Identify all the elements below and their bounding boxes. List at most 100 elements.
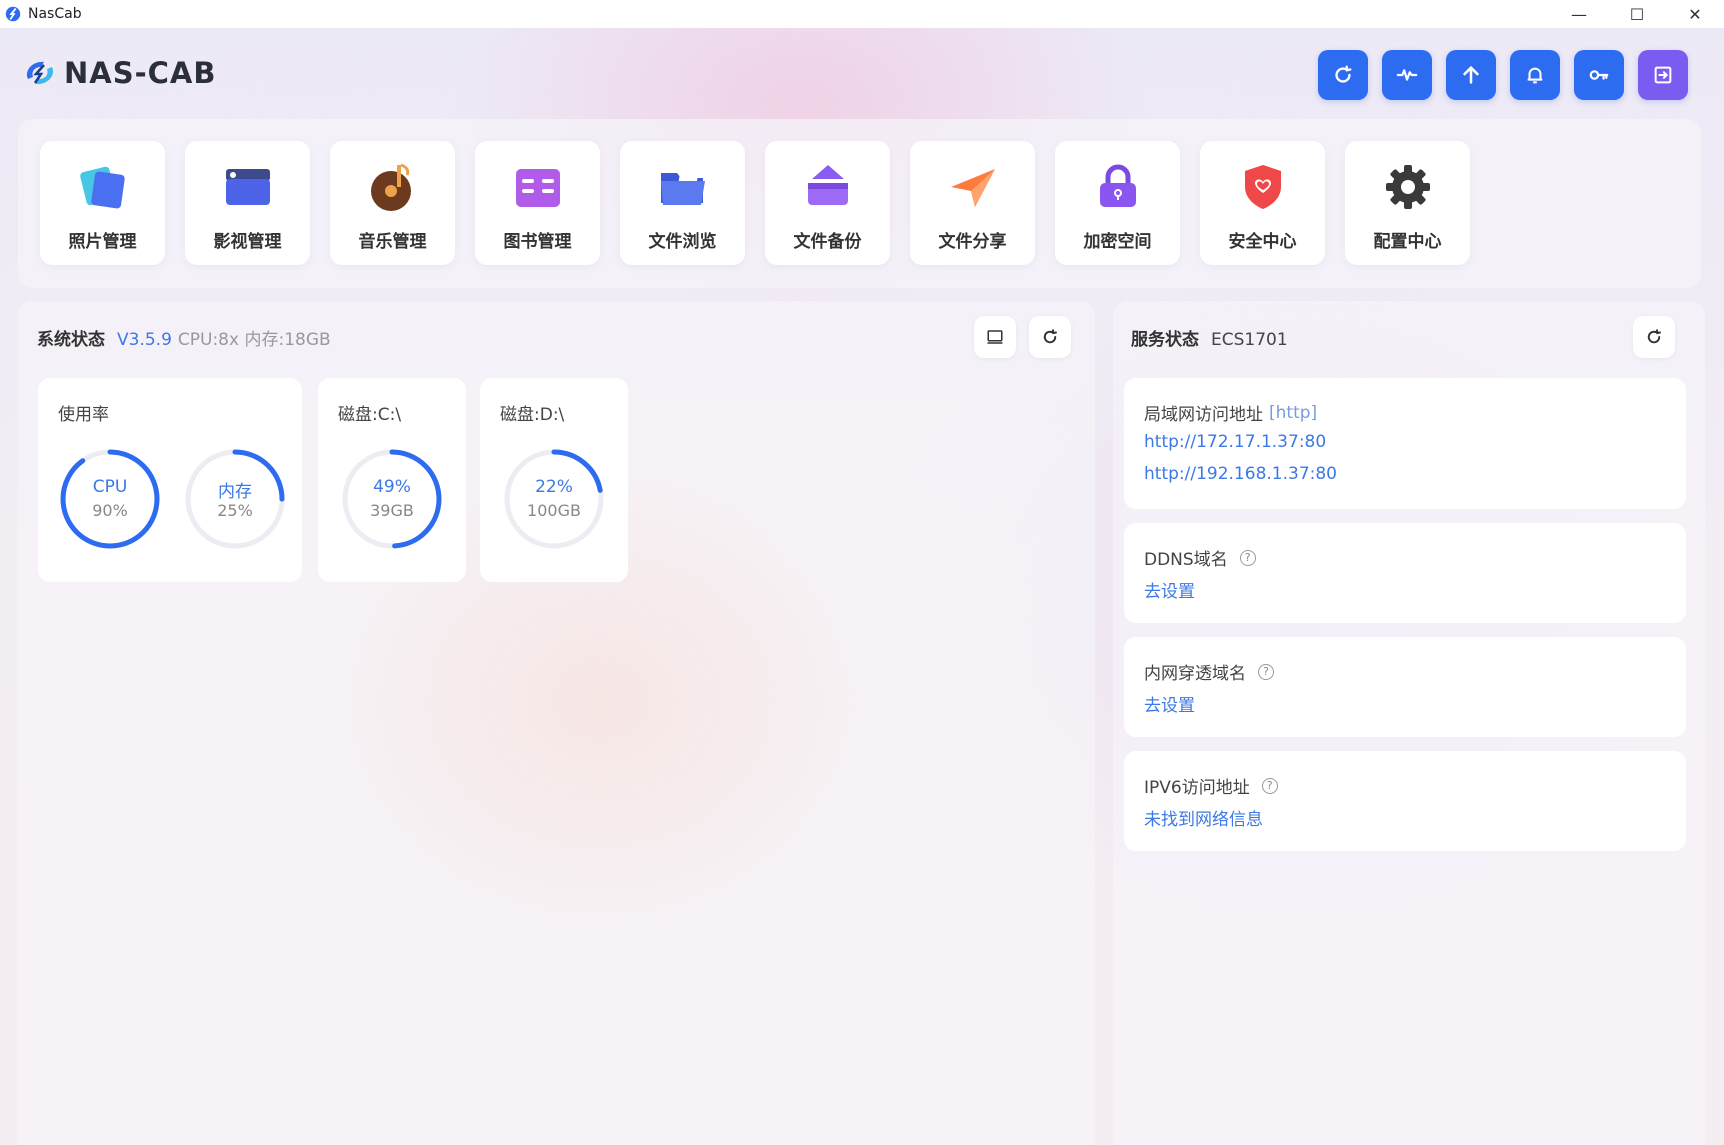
backup-icon (807, 165, 848, 205)
refresh-icon (1647, 329, 1661, 344)
cpu-gauge: CPU 90% (58, 447, 162, 551)
app-icon (5, 6, 21, 22)
shield-icon (1244, 165, 1281, 209)
app-share-label: 文件分享 (938, 232, 1007, 252)
disk-d-card: 磁盘:D:\ 22% 100GB (480, 378, 628, 582)
book-icon (515, 169, 560, 207)
header-toolbar (1318, 50, 1688, 100)
window-titlebar: NasCab — ☐ ✕ (0, 0, 1724, 28)
window-title: NasCab (28, 6, 82, 22)
tunnel-title: 内网穿透域名 ? (1144, 659, 1274, 684)
ipv6-label: IPV6访问地址 (1144, 778, 1250, 798)
app-books[interactable]: 图书管理 (475, 141, 600, 265)
share-icon (950, 169, 995, 207)
help-icon[interactable]: ? (1261, 777, 1278, 794)
tunnel-label: 内网穿透域名 (1144, 664, 1246, 684)
logout-icon (1654, 66, 1672, 84)
bell-icon (1527, 67, 1543, 84)
cpu-gauge-value: 90% (92, 501, 128, 520)
ipv6-status-link[interactable]: 未找到网络信息 (1144, 805, 1263, 830)
disk-c-size: 39GB (370, 501, 414, 520)
logo: NAS-CAB (22, 56, 216, 90)
memory-gauge: 内存 25% (183, 447, 287, 551)
lan-url-link[interactable]: http://172.17.1.37:80 (1144, 432, 1326, 452)
maximize-button[interactable]: ☐ (1608, 0, 1666, 28)
memory-gauge-label: 内存 (218, 482, 252, 502)
app-security-label: 安全中心 (1228, 232, 1297, 252)
app-books-label: 图书管理 (503, 232, 572, 252)
arrow-up-icon (1463, 66, 1479, 84)
disk-c-gauge: 49% 39GB (340, 447, 444, 551)
disk-c-percent: 49% (373, 477, 411, 497)
ddns-card: DDNS域名 ? 去设置 (1124, 523, 1686, 623)
service-status-title: 服务状态 (1131, 330, 1199, 350)
app-photos-label: 照片管理 (68, 232, 137, 252)
logout-button[interactable] (1638, 50, 1688, 100)
app-music[interactable]: 音乐管理 (330, 141, 455, 265)
app-music-label: 音乐管理 (358, 232, 427, 252)
app-config[interactable]: 配置中心 (1345, 141, 1470, 265)
activity-button[interactable] (1382, 50, 1432, 100)
key-button[interactable] (1574, 50, 1624, 100)
service-status-panel: 服务状态 ECS1701 局域网访问地址 [http] http://172.1… (1113, 301, 1705, 1145)
disk-d-percent: 22% (535, 477, 573, 497)
gear-icon (1385, 165, 1430, 209)
tunnel-card: 内网穿透域名 ? 去设置 (1124, 637, 1686, 737)
ipv6-title: IPV6访问地址 ? (1144, 773, 1278, 798)
photos-icon (79, 166, 125, 209)
version-label: V3.5.9 (117, 330, 172, 350)
lan-address-card: 局域网访问地址 [http] http://172.17.1.37:80 htt… (1124, 378, 1686, 509)
monitor-icon (987, 330, 1003, 344)
window-controls: — ☐ ✕ (1550, 0, 1724, 28)
service-status-header: 服务状态 ECS1701 (1131, 325, 1288, 350)
system-status-panel: 系统状态 V3.5.9 CPU:8x 内存:18GB 使用率 CPU 90% 内… (18, 301, 1095, 1145)
help-icon[interactable]: ? (1258, 663, 1274, 680)
app-files-label: 文件浏览 (648, 232, 717, 252)
app-movies-label: 影视管理 (213, 232, 282, 252)
disk-d-gauge: 22% 100GB (502, 447, 606, 551)
apps-panel: 照片管理 影视管理 音乐管理 图书管理 文件浏览 文件备份 文件分享 加密空间 … (18, 119, 1701, 288)
upload-button[interactable] (1446, 50, 1496, 100)
disk-d-title: 磁盘:D:\ (500, 405, 565, 425)
pulse-icon (1396, 69, 1418, 81)
system-status-title: 系统状态 (37, 330, 105, 350)
app-backup[interactable]: 文件备份 (765, 141, 890, 265)
disk-d-size: 100GB (527, 501, 581, 520)
close-button[interactable]: ✕ (1666, 0, 1724, 28)
movie-icon (225, 169, 270, 205)
ddns-label: DDNS域名 (1144, 550, 1228, 570)
monitor-button[interactable] (974, 316, 1016, 358)
lock-icon (1099, 164, 1136, 207)
help-icon[interactable]: ? (1239, 549, 1256, 566)
app-share[interactable]: 文件分享 (910, 141, 1035, 265)
service-refresh-button[interactable] (1633, 316, 1675, 358)
ddns-setup-link[interactable]: 去设置 (1144, 577, 1195, 602)
protocol-tag: [http] (1269, 402, 1318, 423)
disk-c-title: 磁盘:C:\ (338, 405, 402, 425)
folder-icon (660, 171, 705, 205)
logo-icon (26, 61, 54, 85)
notification-button[interactable] (1510, 50, 1560, 100)
app-config-label: 配置中心 (1373, 232, 1442, 252)
app-photos[interactable]: 照片管理 (40, 141, 165, 265)
host-name: ECS1701 (1211, 330, 1288, 350)
minimize-button[interactable]: — (1550, 0, 1608, 28)
music-icon (370, 163, 411, 211)
refresh-icon (1043, 329, 1057, 344)
app-vault[interactable]: 加密空间 (1055, 141, 1180, 265)
refresh-button[interactable] (1318, 50, 1368, 100)
app-security[interactable]: 安全中心 (1200, 141, 1325, 265)
tunnel-setup-link[interactable]: 去设置 (1144, 691, 1195, 716)
app-movies[interactable]: 影视管理 (185, 141, 310, 265)
cpu-gauge-label: CPU (92, 477, 128, 497)
logo-text: NAS-CAB (64, 56, 217, 90)
app-files[interactable]: 文件浏览 (620, 141, 745, 265)
key-icon (1589, 70, 1609, 80)
lan-url-link[interactable]: http://192.168.1.37:80 (1144, 464, 1337, 484)
lan-address-label: 局域网访问地址 (1144, 405, 1263, 425)
ipv6-card: IPV6访问地址 ? 未找到网络信息 (1124, 751, 1686, 851)
memory-gauge-value: 25% (217, 501, 253, 520)
refresh-icon (1335, 65, 1352, 83)
usage-card-title: 使用率 (58, 405, 109, 425)
system-refresh-button[interactable] (1029, 316, 1071, 358)
